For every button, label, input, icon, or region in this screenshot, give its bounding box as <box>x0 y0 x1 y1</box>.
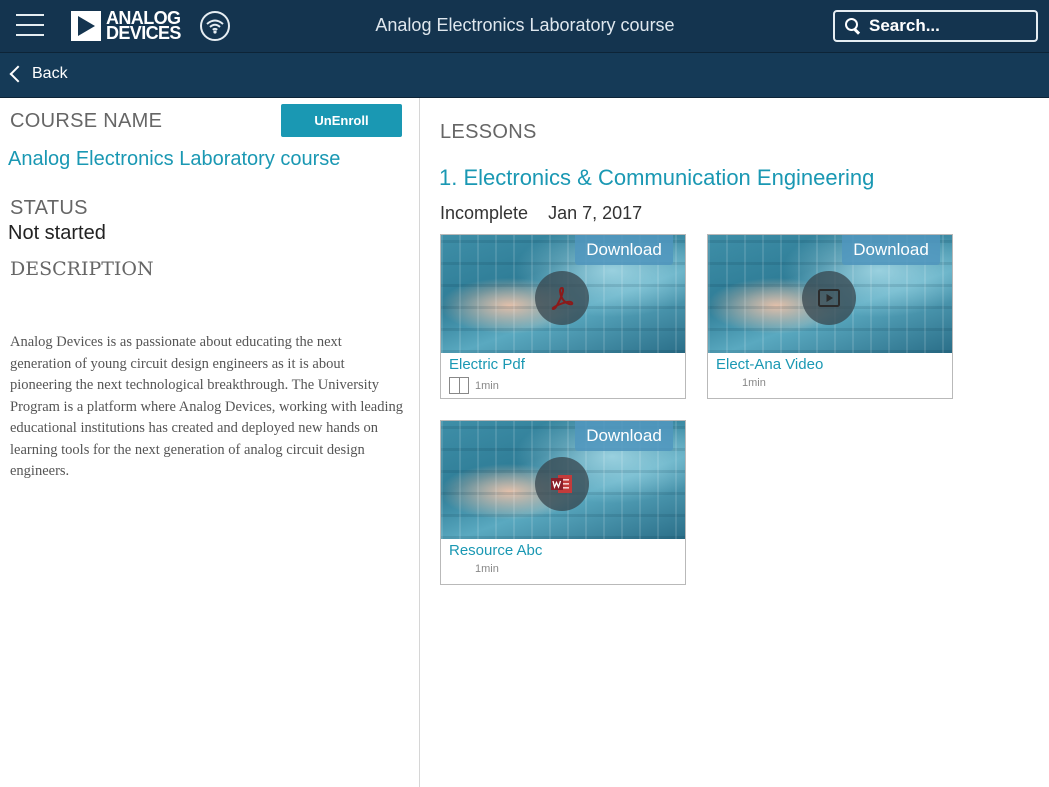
book-icon <box>449 377 469 394</box>
course-name: Analog Electronics Laboratory course <box>8 148 341 170</box>
app-header: ANALOG DEVICES Analog Electronics Labora… <box>0 0 1049 52</box>
navigation-bar: Back <box>0 52 1049 98</box>
lessons-label: LESSONS <box>440 121 537 143</box>
lesson-title: Resource Abc <box>449 542 543 559</box>
lesson-thumbnail: Download <box>441 421 685 539</box>
lesson-card-elect-ana-video[interactable]: Download Elect-Ana Video 1min <box>707 234 953 399</box>
download-button[interactable]: Download <box>842 235 940 265</box>
pdf-icon <box>535 271 589 325</box>
description-text: Analog Devices is as passionate about ed… <box>10 334 404 479</box>
chevron-left-icon <box>9 65 27 83</box>
download-button[interactable]: Download <box>575 235 673 265</box>
lesson-status: Incomplete <box>440 203 529 223</box>
logo-mark-icon <box>71 11 101 41</box>
lesson-duration: 1min <box>742 377 766 389</box>
video-icon <box>802 271 856 325</box>
lesson-title: Elect-Ana Video <box>716 356 824 373</box>
lesson-date: Jan 7, 2017 <box>548 203 643 223</box>
analog-devices-logo[interactable]: ANALOG DEVICES <box>71 9 181 43</box>
unenroll-button[interactable]: UnEnroll <box>281 104 402 137</box>
back-button[interactable]: Back <box>8 65 68 83</box>
search-input[interactable]: Search... <box>869 16 940 36</box>
course-details-panel: COURSE NAME UnEnroll Analog Electronics … <box>0 98 420 787</box>
status-value: Not started <box>8 222 106 244</box>
description-label: DESCRIPTION <box>10 258 154 280</box>
lesson-meta: Incomplete Jan 7, 2017 <box>440 203 642 224</box>
back-label: Back <box>32 65 68 82</box>
lesson-card-electric-pdf[interactable]: Download Electric Pdf 1min <box>440 234 686 399</box>
word-document-icon <box>535 457 589 511</box>
lesson-duration: 1min <box>475 379 499 392</box>
search-icon <box>845 18 861 34</box>
course-name-label: COURSE NAME <box>10 110 163 132</box>
lesson-thumbnail: Download <box>708 235 952 353</box>
page-title: Analog Electronics Laboratory course <box>375 15 675 35</box>
lesson-section-title[interactable]: 1. Electronics & Communication Engineeri… <box>439 165 874 191</box>
lesson-title: Electric Pdf <box>449 356 525 373</box>
lesson-thumbnail: Download <box>441 235 685 353</box>
menu-icon[interactable] <box>16 14 44 36</box>
search-box[interactable]: Search... <box>833 10 1038 42</box>
logo-text-line2: DEVICES <box>106 23 181 43</box>
lesson-card-resource-abc[interactable]: Download Resource Abc 1min <box>440 420 686 585</box>
download-button[interactable]: Download <box>575 421 673 451</box>
wifi-icon[interactable] <box>200 11 230 41</box>
status-label: STATUS <box>10 197 88 219</box>
lesson-duration: 1min <box>475 563 499 575</box>
